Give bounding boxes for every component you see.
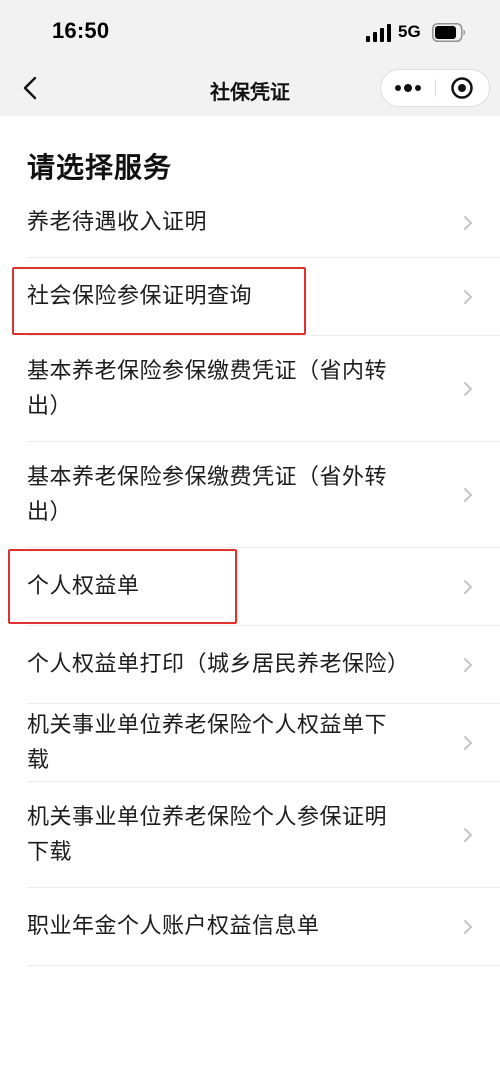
service-item-label: 养老待遇收入证明 — [27, 210, 208, 235]
service-item-label: 机关事业单位养老保险个人参保证明下载 — [27, 804, 388, 865]
service-item-payment-voucher-out-province[interactable]: 基本养老保险参保缴费凭证（省外转出） — [27, 442, 500, 548]
chevron-right-icon — [464, 657, 472, 672]
service-item-insurance-certificate-query[interactable]: 社会保险参保证明查询 — [27, 258, 500, 336]
service-item-label: 社会保险参保证明查询 — [27, 284, 253, 309]
chevron-right-icon — [464, 735, 472, 750]
status-bar: 16:50 5G — [0, 0, 500, 62]
chevron-right-icon — [464, 919, 472, 934]
section-heading: 请选择服务 — [27, 151, 173, 184]
close-circle-icon — [451, 77, 473, 99]
more-dots-icon — [394, 84, 421, 92]
app-root: 16:50 5G 社保凭证 请选择服务 养老待遇收入证明 社会保险参保证明查询 … — [0, 0, 500, 1081]
close-button[interactable] — [436, 70, 490, 106]
service-item-label: 基本养老保险参保缴费凭证（省内转出） — [27, 358, 388, 419]
more-button[interactable] — [381, 70, 435, 106]
service-item-rights-statement-print[interactable]: 个人权益单打印（城乡居民养老保险） — [27, 626, 500, 704]
status-time: 16:50 — [52, 18, 110, 43]
signal-icon — [366, 24, 391, 42]
chevron-right-icon — [464, 289, 472, 304]
chevron-right-icon — [464, 487, 472, 502]
service-item-institution-rights-download[interactable]: 机关事业单位养老保险个人权益单下载 — [27, 704, 500, 782]
chevron-right-icon — [464, 215, 472, 230]
mini-program-capsule — [380, 69, 490, 107]
service-item-label: 个人权益单 — [27, 574, 140, 599]
service-item-institution-certificate-download[interactable]: 机关事业单位养老保险个人参保证明下载 — [27, 782, 500, 888]
chevron-right-icon — [464, 827, 472, 842]
battery-icon — [432, 23, 465, 42]
main-content: 请选择服务 养老待遇收入证明 社会保险参保证明查询 基本养老保险参保缴费凭证（省… — [0, 116, 500, 1081]
back-arrow-icon — [23, 76, 37, 100]
service-item-annuity-account-statement[interactable]: 职业年金个人账户权益信息单 — [27, 888, 500, 966]
service-item-label: 基本养老保险参保缴费凭证（省外转出） — [27, 464, 388, 525]
back-button[interactable] — [10, 68, 50, 108]
chevron-right-icon — [464, 579, 472, 594]
service-item-payment-voucher-in-province[interactable]: 基本养老保险参保缴费凭证（省内转出） — [27, 336, 500, 442]
chevron-right-icon — [464, 381, 472, 396]
service-list: 养老待遇收入证明 社会保险参保证明查询 基本养老保险参保缴费凭证（省内转出） 基… — [0, 188, 500, 966]
nav-bar: 社保凭证 — [0, 62, 500, 116]
service-item-pension-income-proof[interactable]: 养老待遇收入证明 — [27, 188, 500, 258]
service-item-personal-rights-statement[interactable]: 个人权益单 — [27, 548, 500, 626]
service-item-label: 职业年金个人账户权益信息单 — [27, 914, 320, 939]
network-label: 5G — [398, 22, 421, 41]
service-item-label: 个人权益单打印（城乡居民养老保险） — [27, 652, 410, 677]
service-item-label: 机关事业单位养老保险个人权益单下载 — [27, 712, 388, 773]
